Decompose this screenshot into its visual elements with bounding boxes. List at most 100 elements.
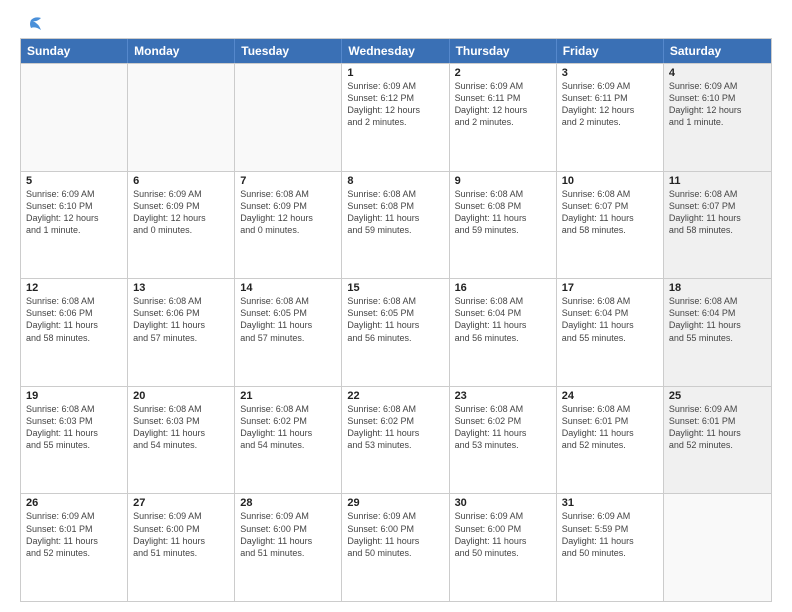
logo-icon (21, 16, 43, 34)
cell-text: Sunrise: 6:09 AMSunset: 6:00 PMDaylight:… (347, 510, 443, 559)
cal-cell: 10Sunrise: 6:08 AMSunset: 6:07 PMDayligh… (557, 172, 664, 279)
header-cell-tuesday: Tuesday (235, 39, 342, 63)
cell-text: Sunrise: 6:08 AMSunset: 6:01 PMDaylight:… (562, 403, 658, 452)
calendar: SundayMondayTuesdayWednesdayThursdayFrid… (20, 38, 772, 602)
cell-text: Sunrise: 6:08 AMSunset: 6:09 PMDaylight:… (240, 188, 336, 237)
cell-text: Sunrise: 6:09 AMSunset: 6:10 PMDaylight:… (26, 188, 122, 237)
header-cell-friday: Friday (557, 39, 664, 63)
cell-text: Sunrise: 6:08 AMSunset: 6:04 PMDaylight:… (669, 295, 766, 344)
cal-cell: 19Sunrise: 6:08 AMSunset: 6:03 PMDayligh… (21, 387, 128, 494)
day-number: 9 (455, 175, 551, 187)
cal-cell: 7Sunrise: 6:08 AMSunset: 6:09 PMDaylight… (235, 172, 342, 279)
cal-cell: 15Sunrise: 6:08 AMSunset: 6:05 PMDayligh… (342, 279, 449, 386)
cell-text: Sunrise: 6:09 AMSunset: 6:10 PMDaylight:… (669, 80, 766, 129)
cal-cell: 14Sunrise: 6:08 AMSunset: 6:05 PMDayligh… (235, 279, 342, 386)
cal-cell: 31Sunrise: 6:09 AMSunset: 5:59 PMDayligh… (557, 494, 664, 601)
cal-cell: 2Sunrise: 6:09 AMSunset: 6:11 PMDaylight… (450, 64, 557, 171)
cal-cell: 12Sunrise: 6:08 AMSunset: 6:06 PMDayligh… (21, 279, 128, 386)
day-number: 22 (347, 390, 443, 402)
calendar-row-1: 5Sunrise: 6:09 AMSunset: 6:10 PMDaylight… (21, 171, 771, 279)
day-number: 24 (562, 390, 658, 402)
cal-cell (128, 64, 235, 171)
cell-text: Sunrise: 6:08 AMSunset: 6:02 PMDaylight:… (240, 403, 336, 452)
calendar-row-4: 26Sunrise: 6:09 AMSunset: 6:01 PMDayligh… (21, 493, 771, 601)
day-number: 15 (347, 282, 443, 294)
cell-text: Sunrise: 6:08 AMSunset: 6:04 PMDaylight:… (562, 295, 658, 344)
cell-text: Sunrise: 6:08 AMSunset: 6:08 PMDaylight:… (347, 188, 443, 237)
day-number: 26 (26, 497, 122, 509)
header-cell-thursday: Thursday (450, 39, 557, 63)
cal-cell: 3Sunrise: 6:09 AMSunset: 6:11 PMDaylight… (557, 64, 664, 171)
day-number: 4 (669, 67, 766, 79)
header-cell-sunday: Sunday (21, 39, 128, 63)
cal-cell: 30Sunrise: 6:09 AMSunset: 6:00 PMDayligh… (450, 494, 557, 601)
day-number: 30 (455, 497, 551, 509)
cell-text: Sunrise: 6:09 AMSunset: 6:00 PMDaylight:… (133, 510, 229, 559)
cal-cell: 6Sunrise: 6:09 AMSunset: 6:09 PMDaylight… (128, 172, 235, 279)
cal-cell: 4Sunrise: 6:09 AMSunset: 6:10 PMDaylight… (664, 64, 771, 171)
cell-text: Sunrise: 6:09 AMSunset: 6:11 PMDaylight:… (562, 80, 658, 129)
cal-cell: 27Sunrise: 6:09 AMSunset: 6:00 PMDayligh… (128, 494, 235, 601)
day-number: 3 (562, 67, 658, 79)
day-number: 11 (669, 175, 766, 187)
cal-cell: 23Sunrise: 6:08 AMSunset: 6:02 PMDayligh… (450, 387, 557, 494)
day-number: 21 (240, 390, 336, 402)
day-number: 25 (669, 390, 766, 402)
cal-cell: 24Sunrise: 6:08 AMSunset: 6:01 PMDayligh… (557, 387, 664, 494)
day-number: 14 (240, 282, 336, 294)
cell-text: Sunrise: 6:09 AMSunset: 6:09 PMDaylight:… (133, 188, 229, 237)
cal-cell: 28Sunrise: 6:09 AMSunset: 6:00 PMDayligh… (235, 494, 342, 601)
calendar-row-2: 12Sunrise: 6:08 AMSunset: 6:06 PMDayligh… (21, 278, 771, 386)
header-cell-saturday: Saturday (664, 39, 771, 63)
day-number: 5 (26, 175, 122, 187)
day-number: 7 (240, 175, 336, 187)
cell-text: Sunrise: 6:08 AMSunset: 6:05 PMDaylight:… (240, 295, 336, 344)
cal-cell: 13Sunrise: 6:08 AMSunset: 6:06 PMDayligh… (128, 279, 235, 386)
calendar-row-0: 1Sunrise: 6:09 AMSunset: 6:12 PMDaylight… (21, 63, 771, 171)
day-number: 8 (347, 175, 443, 187)
day-number: 1 (347, 67, 443, 79)
cal-cell: 20Sunrise: 6:08 AMSunset: 6:03 PMDayligh… (128, 387, 235, 494)
day-number: 16 (455, 282, 551, 294)
cal-cell (235, 64, 342, 171)
cell-text: Sunrise: 6:08 AMSunset: 6:06 PMDaylight:… (133, 295, 229, 344)
cal-cell: 26Sunrise: 6:09 AMSunset: 6:01 PMDayligh… (21, 494, 128, 601)
cell-text: Sunrise: 6:09 AMSunset: 6:12 PMDaylight:… (347, 80, 443, 129)
header-cell-monday: Monday (128, 39, 235, 63)
cal-cell: 8Sunrise: 6:08 AMSunset: 6:08 PMDaylight… (342, 172, 449, 279)
day-number: 19 (26, 390, 122, 402)
day-number: 18 (669, 282, 766, 294)
day-number: 6 (133, 175, 229, 187)
page: SundayMondayTuesdayWednesdayThursdayFrid… (0, 0, 792, 612)
day-number: 10 (562, 175, 658, 187)
cell-text: Sunrise: 6:08 AMSunset: 6:02 PMDaylight:… (347, 403, 443, 452)
calendar-body: 1Sunrise: 6:09 AMSunset: 6:12 PMDaylight… (21, 63, 771, 601)
cal-cell: 1Sunrise: 6:09 AMSunset: 6:12 PMDaylight… (342, 64, 449, 171)
cell-text: Sunrise: 6:08 AMSunset: 6:04 PMDaylight:… (455, 295, 551, 344)
cell-text: Sunrise: 6:08 AMSunset: 6:02 PMDaylight:… (455, 403, 551, 452)
cell-text: Sunrise: 6:08 AMSunset: 6:05 PMDaylight:… (347, 295, 443, 344)
cal-cell: 29Sunrise: 6:09 AMSunset: 6:00 PMDayligh… (342, 494, 449, 601)
cell-text: Sunrise: 6:09 AMSunset: 6:01 PMDaylight:… (669, 403, 766, 452)
cal-cell: 22Sunrise: 6:08 AMSunset: 6:02 PMDayligh… (342, 387, 449, 494)
cal-cell (21, 64, 128, 171)
day-number: 12 (26, 282, 122, 294)
cell-text: Sunrise: 6:09 AMSunset: 5:59 PMDaylight:… (562, 510, 658, 559)
day-number: 27 (133, 497, 229, 509)
cal-cell: 25Sunrise: 6:09 AMSunset: 6:01 PMDayligh… (664, 387, 771, 494)
header (20, 16, 772, 30)
cal-cell (664, 494, 771, 601)
day-number: 17 (562, 282, 658, 294)
cell-text: Sunrise: 6:08 AMSunset: 6:06 PMDaylight:… (26, 295, 122, 344)
cell-text: Sunrise: 6:08 AMSunset: 6:07 PMDaylight:… (562, 188, 658, 237)
cell-text: Sunrise: 6:09 AMSunset: 6:00 PMDaylight:… (455, 510, 551, 559)
logo (20, 16, 44, 30)
day-number: 2 (455, 67, 551, 79)
day-number: 28 (240, 497, 336, 509)
cal-cell: 9Sunrise: 6:08 AMSunset: 6:08 PMDaylight… (450, 172, 557, 279)
cal-cell: 18Sunrise: 6:08 AMSunset: 6:04 PMDayligh… (664, 279, 771, 386)
cal-cell: 17Sunrise: 6:08 AMSunset: 6:04 PMDayligh… (557, 279, 664, 386)
cell-text: Sunrise: 6:09 AMSunset: 6:01 PMDaylight:… (26, 510, 122, 559)
cell-text: Sunrise: 6:08 AMSunset: 6:03 PMDaylight:… (26, 403, 122, 452)
cal-cell: 16Sunrise: 6:08 AMSunset: 6:04 PMDayligh… (450, 279, 557, 386)
